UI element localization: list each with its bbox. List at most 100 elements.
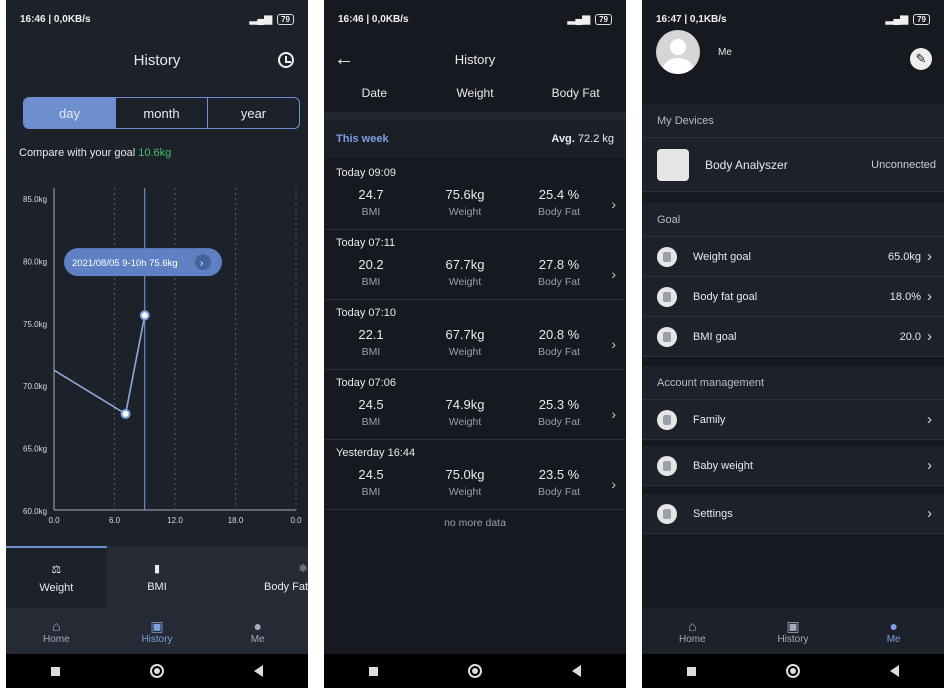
bmi-goal-row[interactable]: BMI goal 20.0 › (642, 317, 944, 357)
avg-value: 72.2 kg (577, 133, 614, 145)
bmi-key: BMI (361, 346, 381, 358)
family-icon (657, 409, 677, 430)
signal-icon: ▂▄▆ (885, 13, 909, 25)
record-row[interactable]: Today 07:11 20.2 BMI 67.7kg Weight 27.8 % Body… (324, 230, 626, 300)
goal-value: 20.0 (899, 330, 921, 343)
family-row[interactable]: Family › (642, 400, 944, 440)
chart-icon: ▣ (786, 617, 800, 634)
device-status: Unconnected (871, 158, 936, 171)
status-time: 16:46 | 0,0KB/s (20, 13, 91, 25)
page-title: History (454, 52, 496, 67)
home-button-icon[interactable] (468, 664, 482, 678)
devices-section: My Devices Body Analyszer Unconnected (642, 104, 944, 192)
tab-history[interactable]: ▣ History (107, 608, 208, 654)
settings-row[interactable]: Settings › (642, 494, 944, 534)
tab-me[interactable]: ● Me (207, 608, 308, 654)
divider (324, 112, 626, 120)
record-values: 24.5 BMI 74.9kg Weight 25.3 % Body Fat (324, 397, 606, 428)
segment-year[interactable]: year (208, 98, 299, 128)
weight-key: Weight (448, 416, 482, 428)
bottom-tabbar: ⌂ Home ▣ History ● Me (642, 608, 944, 654)
scale-icon (657, 246, 677, 267)
record-values: 20.2 BMI 67.7kg Weight 27.8 % Body Fat (324, 257, 606, 288)
y-tick-label: 65.0kg (23, 445, 47, 454)
fat-key: Body Fat (537, 486, 581, 498)
metric-weight[interactable]: ⚖ Weight (6, 546, 107, 608)
status-bar: 16:46 | 0,0KB/s ▂▄▆ 79 (6, 0, 308, 38)
bottom-tabbar: ⌂ Home ▣ History ● Me (6, 608, 308, 654)
bodyfat-goal-row[interactable]: Body fat goal 18.0% › (642, 277, 944, 317)
tab-me[interactable]: ● Me (843, 608, 944, 654)
battery-icon: 79 (913, 13, 930, 25)
tab-label: Me (250, 633, 265, 645)
tab-label: Home (678, 633, 706, 645)
battery-icon: 79 (595, 13, 612, 25)
tab-home[interactable]: ⌂ Home (642, 608, 743, 654)
segment-month[interactable]: month (116, 98, 208, 128)
record-row[interactable]: Today 07:10 22.1 BMI 67.7kg Weight 20.8 % Body… (324, 300, 626, 370)
metric-tabs: ⚖ Weight ▮ BMI ⚛ Body Fat (6, 546, 308, 608)
record-row[interactable]: Today 07:06 24.5 BMI 74.9kg Weight 25.3 % Body… (324, 370, 626, 440)
back-icon[interactable] (890, 665, 899, 677)
user-name: Me (718, 47, 732, 58)
tab-home[interactable]: ⌂ Home (6, 608, 107, 654)
account-section: Account management Family › (642, 366, 944, 440)
system-navbar (324, 654, 626, 688)
person-icon: ● (253, 617, 262, 634)
weight-key: Weight (448, 206, 482, 218)
weight-goal-row[interactable]: Weight goal 65.0kg › (642, 237, 944, 277)
fat-value: 27.8 % (538, 257, 580, 272)
recents-icon[interactable] (687, 666, 696, 676)
home-button-icon[interactable] (150, 664, 164, 678)
weight-value: 67.7kg (445, 257, 485, 272)
record-row[interactable]: Today 09:09 24.7 BMI 75.6kg Weight 25.4 % Body… (324, 160, 626, 230)
segment-day[interactable]: day (24, 98, 116, 128)
x-tick-label: 12.0 (167, 516, 183, 525)
chevron-right-icon: › (927, 457, 932, 474)
tab-label: History (141, 633, 173, 645)
y-tick-label: 60.0kg (23, 507, 47, 516)
bodyfat-icon (657, 286, 677, 307)
history-list-screen: 16:46 | 0,0KB/s ▂▄▆ 79 ← History Date Wei… (324, 0, 626, 688)
home-icon: ⌂ (688, 617, 697, 634)
tab-history[interactable]: ▣ History (743, 608, 844, 654)
chevron-right-icon: › (927, 505, 932, 522)
goal-label: Body fat goal (693, 290, 758, 303)
recents-icon[interactable] (51, 666, 60, 676)
home-button-icon[interactable] (786, 664, 800, 678)
weight-key: Weight (448, 276, 482, 288)
goal-value: 65.0kg (887, 250, 921, 263)
clock-icon[interactable] (278, 52, 294, 68)
record-values: 24.5 BMI 75.0kg Weight 23.5 % Body Fat (324, 467, 606, 498)
device-row[interactable]: Body Analyszer Unconnected (642, 138, 944, 192)
metric-bodyfat[interactable]: ⚛ Body Fat (207, 546, 308, 608)
chevron-right-icon: › (611, 266, 616, 282)
baby-weight-row[interactable]: Baby weight › (642, 446, 944, 486)
tab-label: Me (886, 633, 901, 645)
chevron-right-icon: › (611, 196, 616, 212)
baby-section: Baby weight › (642, 446, 944, 486)
avatar[interactable] (656, 30, 700, 74)
recents-icon[interactable] (369, 666, 378, 676)
chevron-right-icon: › (611, 406, 616, 422)
tooltip-text: 2021/08/05 9-10h 75.6kg (72, 258, 178, 269)
edit-icon[interactable]: ✎ (910, 48, 932, 70)
chevron-right-icon: › (611, 476, 616, 492)
record-time: Today 07:06 (336, 377, 396, 389)
metric-bmi[interactable]: ▮ BMI (107, 546, 208, 608)
chevron-right-icon: › (927, 288, 932, 305)
bmi-value: 22.1 (358, 327, 384, 342)
metric-label: Body Fat (263, 580, 308, 593)
back-icon[interactable] (254, 665, 263, 677)
record-time: Today 07:10 (336, 307, 396, 319)
weight-chart: 85.0kg80.0kg75.0kg70.0kg65.0kg60.0kg0.0 6… (23, 188, 302, 525)
back-icon[interactable] (572, 665, 581, 677)
record-row[interactable]: Yesterday 16:44 24.5 BMI 75.0kg Weight 23.5 %… (324, 440, 626, 510)
battery-icon: 79 (277, 13, 294, 25)
metric-label: Weight (39, 581, 74, 594)
home-icon: ⌂ (52, 617, 61, 634)
signal-icon: ▂▄▆ (567, 13, 591, 25)
weight-value: 75.0kg (445, 467, 485, 482)
metric-label: BMI (147, 580, 167, 593)
weight-cell: 67.7kg Weight (418, 257, 512, 288)
